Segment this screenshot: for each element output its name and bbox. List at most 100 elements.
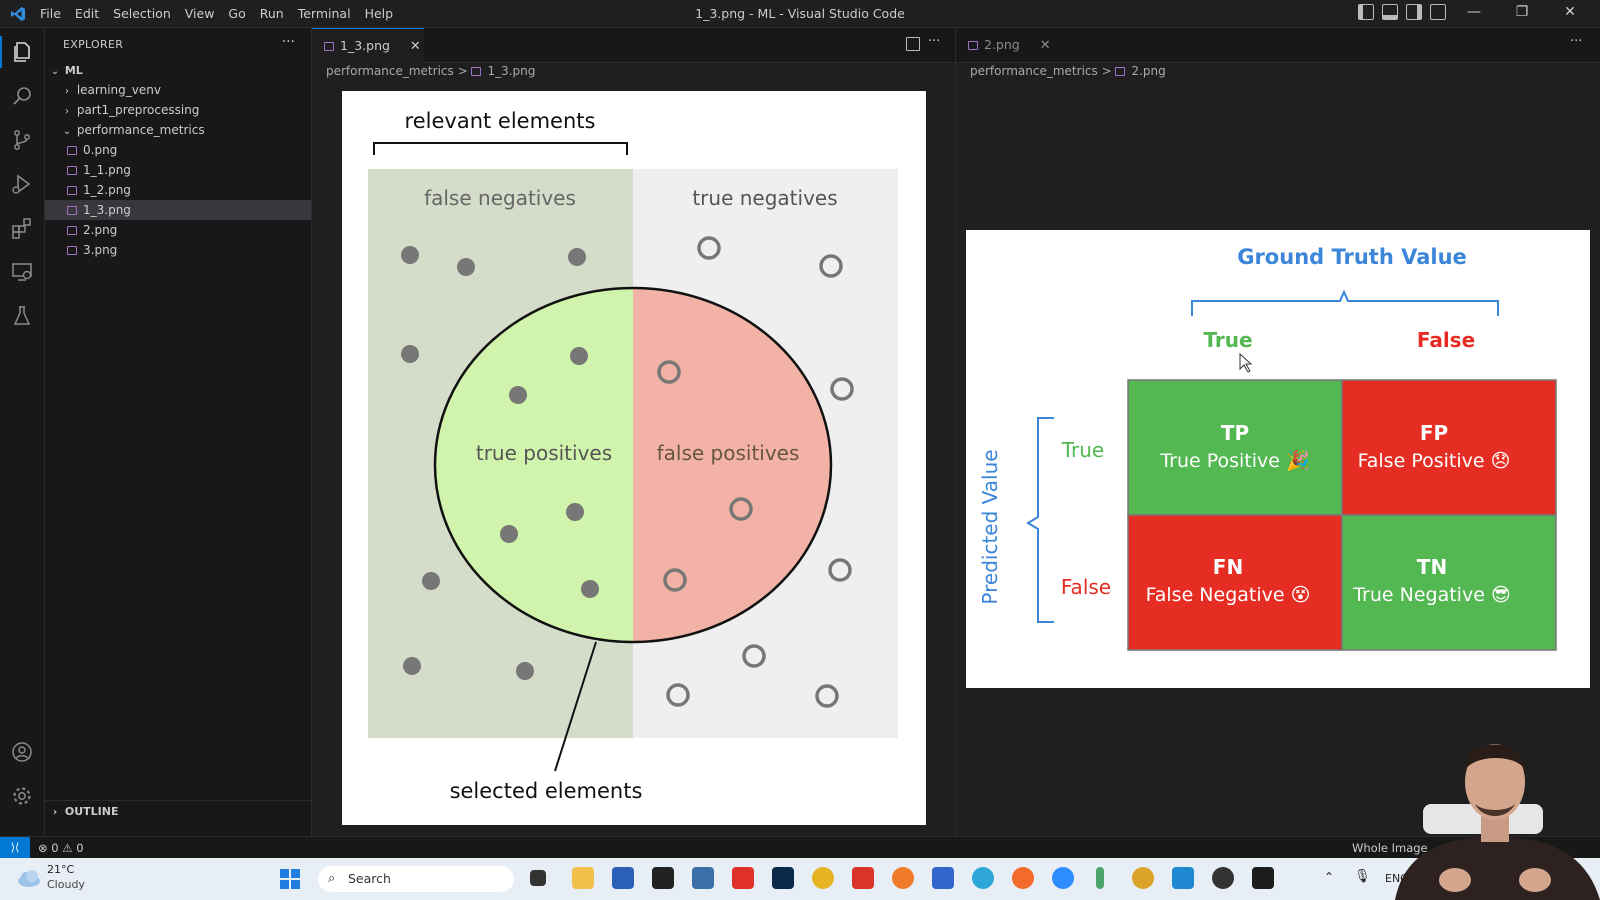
edge-icon[interactable]	[972, 867, 994, 889]
tab-2-png[interactable]: 2.png ✕	[956, 28, 1068, 63]
word-icon[interactable]	[612, 867, 634, 889]
chevron-right-icon: ›	[52, 807, 58, 818]
editor-more-button[interactable]: ···	[928, 34, 940, 49]
toggle-sidebar-icon[interactable]	[1358, 4, 1374, 20]
title-bar: File Edit Selection View Go Run Terminal…	[0, 0, 1600, 28]
tp-abbr: TP	[1221, 421, 1249, 445]
task-view-icon[interactable]	[530, 870, 546, 886]
image-file-icon	[67, 206, 77, 215]
breadcrumb: performance_metrics > 1_3.png	[326, 64, 536, 78]
microphone-icon[interactable]: 🎙	[1354, 869, 1371, 884]
breadcrumb: performance_metrics > 2.png	[970, 64, 1166, 78]
explorer-icon[interactable]	[10, 40, 34, 64]
relevant-elements-label: relevant elements	[405, 109, 596, 133]
breadcrumb-folder[interactable]: performance_metrics	[970, 64, 1098, 78]
close-window-button[interactable]: ✕	[1550, 4, 1590, 20]
tab-bar: 2.png ✕ ···	[956, 28, 1600, 63]
file-explorer-icon[interactable]	[572, 867, 594, 889]
tree-file-1-3-png[interactable]: 1_3.png	[45, 200, 311, 220]
weather-temp[interactable]: 21°C	[47, 863, 74, 876]
chrome-icon[interactable]	[812, 867, 834, 889]
obs-icon[interactable]	[1212, 867, 1234, 889]
activity-bar	[0, 28, 45, 836]
tree-root-ml[interactable]: ⌄ ML	[45, 60, 311, 80]
menu-go[interactable]: Go	[228, 6, 245, 21]
breadcrumb-folder[interactable]: performance_metrics	[326, 64, 454, 78]
dot	[568, 248, 586, 266]
restore-button[interactable]: ❐	[1502, 4, 1542, 20]
menu-view[interactable]: View	[185, 6, 215, 21]
weather-desc[interactable]: Cloudy	[47, 878, 85, 891]
tab-1-3-png[interactable]: 1_3.png ✕	[312, 28, 424, 63]
remote-indicator-icon[interactable]: ⟩⟨	[0, 837, 30, 859]
settings-gear-icon[interactable]	[10, 784, 34, 808]
remote-explorer-icon[interactable]	[10, 260, 34, 284]
tree-file-3-png[interactable]: 3.png	[45, 240, 311, 260]
menu-file[interactable]: File	[40, 6, 61, 21]
explorer-more-button[interactable]: ···	[282, 34, 295, 50]
firefox-icon[interactable]	[1012, 867, 1034, 889]
cell-tn	[1341, 514, 1557, 651]
predicted-brace	[1026, 417, 1054, 623]
chevron-down-icon: ⌄	[50, 66, 60, 77]
minimize-button[interactable]: —	[1454, 4, 1494, 20]
accounts-icon[interactable]	[10, 740, 34, 764]
toggle-secondary-sidebar-icon[interactable]	[1406, 4, 1422, 20]
app-blue-icon[interactable]	[932, 867, 954, 889]
source-control-icon[interactable]	[10, 128, 34, 152]
dot	[570, 347, 588, 365]
menu-terminal[interactable]: Terminal	[298, 6, 351, 21]
taskbar-search-input[interactable]: ⌕ Search	[318, 866, 514, 892]
close-tab-icon[interactable]: ✕	[410, 30, 421, 64]
menu-bar: File Edit Selection View Go Run Terminal…	[40, 6, 393, 21]
split-editor-icon[interactable]	[906, 37, 920, 51]
tree-file-1-1-png[interactable]: 1_1.png	[45, 160, 311, 180]
search-icon[interactable]	[10, 84, 34, 108]
pdf-app-icon[interactable]	[852, 867, 874, 889]
chrome-profile-icon[interactable]	[1132, 867, 1154, 889]
tray-chevron-up-icon[interactable]: ⌃	[1324, 870, 1334, 884]
extensions-icon[interactable]	[10, 216, 34, 240]
image-file-icon	[67, 246, 77, 255]
menu-help[interactable]: Help	[365, 6, 394, 21]
status-bar: ⟩⟨ ⊗ 0 ⚠ 0 Whole Image	[0, 836, 1600, 859]
image-file-icon	[67, 166, 77, 175]
fn-full: False Negative 😵	[1146, 584, 1311, 606]
terminal-app-icon[interactable]	[1252, 867, 1274, 889]
testing-flask-icon[interactable]	[10, 304, 34, 328]
mouse-cursor-icon	[1239, 352, 1253, 373]
tree-file-1-2-png[interactable]: 1_2.png	[45, 180, 311, 200]
outline-section[interactable]: › OUTLINE	[45, 800, 311, 823]
windows-start-icon[interactable]	[280, 869, 300, 889]
breadcrumb-file[interactable]: 1_3.png	[487, 64, 535, 78]
photoshop-icon[interactable]	[772, 867, 794, 889]
r-app-icon[interactable]	[692, 867, 714, 889]
problems-indicator[interactable]: ⊗ 0 ⚠ 0	[38, 841, 84, 855]
vscode-taskbar-icon[interactable]	[1172, 867, 1194, 889]
breadcrumb-file[interactable]: 2.png	[1131, 64, 1165, 78]
menu-edit[interactable]: Edit	[75, 6, 99, 21]
zoom-icon[interactable]	[1052, 867, 1074, 889]
tree-folder-performance-metrics[interactable]: ⌄ performance_metrics	[45, 120, 311, 140]
editor-group-right: 2.png ✕ ··· performance_metrics > 2.png G…	[956, 28, 1600, 836]
close-tab-icon[interactable]: ✕	[1040, 29, 1051, 63]
tree-folder-part1-preprocessing[interactable]: › part1_preprocessing	[45, 100, 311, 120]
menu-selection[interactable]: Selection	[113, 6, 171, 21]
tree-folder-learning-venv[interactable]: › learning_venv	[45, 80, 311, 100]
tree-file-2-png[interactable]: 2.png	[45, 220, 311, 240]
mongodb-icon[interactable]	[1096, 867, 1104, 889]
dot	[401, 345, 419, 363]
run-debug-icon[interactable]	[10, 172, 34, 196]
tp-full: True Positive 🎉	[1159, 449, 1309, 472]
app-v-icon[interactable]	[652, 867, 674, 889]
editor-more-button[interactable]: ···	[1570, 34, 1582, 49]
tree-file-0-png[interactable]: 0.png	[45, 140, 311, 160]
dot	[500, 525, 518, 543]
postman-icon[interactable]	[892, 867, 914, 889]
acrobat-icon[interactable]	[732, 867, 754, 889]
windows-taskbar: 21°C Cloudy ⌕ Search ⌃ 🎙 ENG	[0, 858, 1600, 900]
relevant-bracket	[373, 142, 628, 155]
toggle-panel-icon[interactable]	[1382, 4, 1398, 20]
customize-layout-icon[interactable]	[1430, 4, 1446, 20]
menu-run[interactable]: Run	[260, 6, 284, 21]
